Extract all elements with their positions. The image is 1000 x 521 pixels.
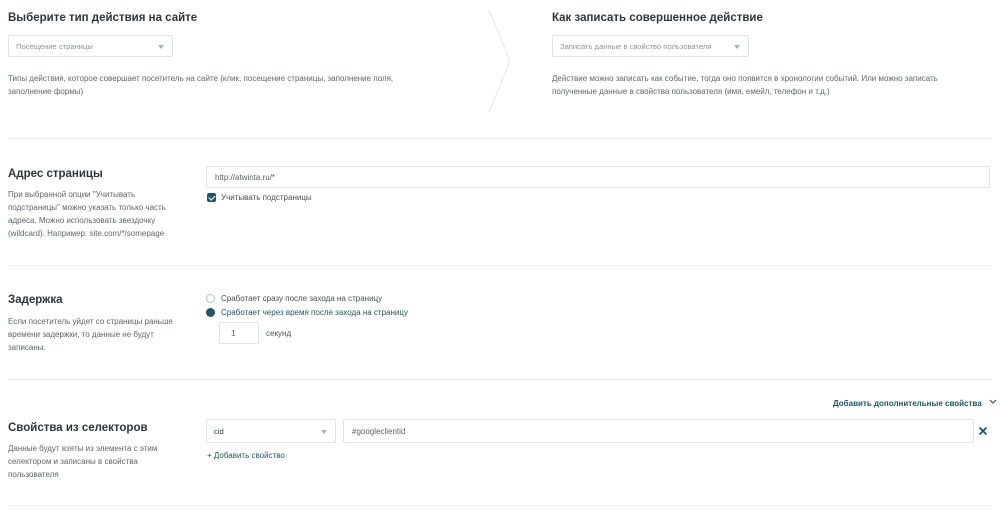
chevron-down-icon xyxy=(158,45,164,49)
delay-title: Задержка xyxy=(8,294,63,306)
selectors-title: Свойства из селекторов xyxy=(8,422,148,434)
action-type-title: Выберите тип действия на сайте xyxy=(8,12,198,24)
section-divider xyxy=(8,265,992,266)
page-url-value: http://atwinta.ru/* xyxy=(215,173,276,182)
delay-immediate-radio[interactable] xyxy=(206,294,215,303)
add-extra-properties-link[interactable]: Добавить дополнительные свойства xyxy=(833,393,997,411)
delay-description: Если посетитель уйдет со страницы раньше… xyxy=(8,317,173,352)
delay-seconds-label: секунд xyxy=(266,329,292,338)
chevron-down-icon xyxy=(734,45,740,49)
selector-value: #googleclientid xyxy=(352,427,406,436)
property-select-value: cid xyxy=(214,427,224,436)
section-divider xyxy=(8,138,992,139)
delay-delayed-label: Сработает через время после захода на ст… xyxy=(221,308,408,317)
subpages-checkbox[interactable] xyxy=(207,193,216,202)
delay-seconds-value: 1 xyxy=(231,329,236,338)
section-divider xyxy=(8,505,992,506)
record-description: Действие можно записать как событие, тог… xyxy=(552,74,938,96)
selectors-description: Данные будут взяты из элемента с этим се… xyxy=(8,444,158,479)
record-select[interactable]: Записать данные в свойство пользователя xyxy=(552,35,749,57)
delay-immediate-label: Сработает сразу после захода на страницу xyxy=(221,294,383,303)
delay-delayed-radio[interactable] xyxy=(206,308,215,317)
delay-seconds-input[interactable]: 1 xyxy=(219,322,259,344)
action-type-select-value: Посещение страницы xyxy=(16,42,93,51)
page-url-input[interactable]: http://atwinta.ru/* xyxy=(206,166,990,188)
action-type-select[interactable]: Посещение страницы xyxy=(8,35,173,57)
add-property-link[interactable]: + Добавить свойство xyxy=(207,451,285,460)
page-address-description: При выбранной опции "Учитывать подстрани… xyxy=(8,190,166,238)
page-address-title: Адрес страницы xyxy=(8,168,103,180)
property-select[interactable]: cid xyxy=(206,419,336,443)
chevron-down-icon xyxy=(989,399,997,404)
record-select-value: Записать данные в свойство пользователя xyxy=(560,42,712,51)
action-type-description: Типы действия, которое совершает посетит… xyxy=(8,74,394,96)
section-divider xyxy=(8,379,992,380)
selector-input[interactable]: #googleclientid xyxy=(343,419,974,443)
subpages-label: Учитывать подстраницы xyxy=(221,193,312,202)
close-icon[interactable] xyxy=(978,426,988,436)
add-extra-properties-label: Добавить дополнительные свойства xyxy=(833,399,982,408)
chevron-down-icon xyxy=(321,430,327,434)
record-title: Как записать совершенное действие xyxy=(552,12,763,24)
step-arrow-icon xyxy=(488,9,511,113)
